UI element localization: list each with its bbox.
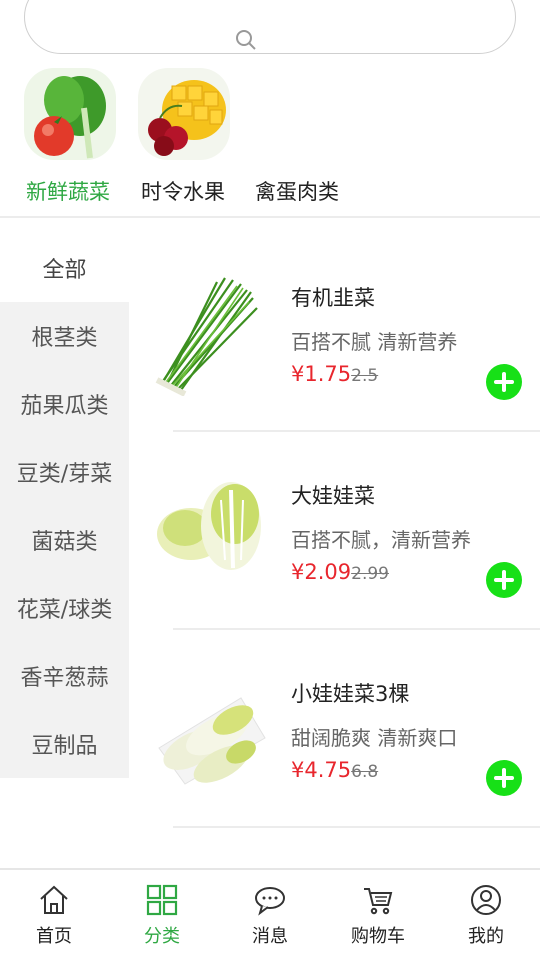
side-category-menu: 全部 根茎类 茄果瓜类 豆类/芽菜 菌菇类 花菜/球类 香辛葱蒜 豆制品	[0, 234, 129, 778]
tab-label: 消息	[252, 926, 288, 947]
product-item[interactable]: 有机韭菜 百搭不腻 清新营养 ¥1.752.5	[129, 234, 540, 432]
product-description: 百搭不腻，清新营养	[291, 528, 471, 552]
tab-home[interactable]: 首页	[0, 870, 108, 960]
top-category-label: 禽蛋肉类	[255, 180, 339, 204]
product-price: ¥1.752.5	[291, 362, 378, 386]
side-item-beans-sprouts[interactable]: 豆类/芽菜	[0, 438, 129, 506]
side-item-cauliflower[interactable]: 花菜/球类	[0, 574, 129, 642]
product-description: 甜阔脆爽 清新爽口	[291, 726, 458, 750]
product-item[interactable]: 小娃娃菜3棵 甜阔脆爽 清新爽口 ¥4.756.8	[129, 630, 540, 828]
tab-label: 购物车	[351, 926, 405, 947]
product-name: 大娃娃菜	[291, 484, 375, 508]
chives-image	[155, 277, 258, 396]
product-name: 有机韭菜	[291, 286, 375, 310]
product-name: 小娃娃菜3棵	[291, 682, 410, 706]
side-item-root-stem[interactable]: 根茎类	[0, 302, 129, 370]
side-item-spices[interactable]: 香辛葱蒜	[0, 642, 129, 710]
search-input[interactable]	[265, 29, 385, 49]
product-item[interactable]: 大娃娃菜 百搭不腻，清新营养 ¥2.092.99	[129, 432, 540, 630]
product-list: 有机韭菜 百搭不腻 清新营养 ¥1.752.5 大娃娃菜 百搭不腻，清新营养 ¥…	[129, 234, 540, 828]
side-item-mushrooms[interactable]: 菌菇类	[0, 506, 129, 574]
grid-icon	[146, 884, 178, 916]
vegetables-image	[24, 68, 116, 160]
side-item-fruit-vegetables[interactable]: 茄果瓜类	[0, 370, 129, 438]
top-category-label: 新鲜蔬菜	[26, 180, 110, 204]
divider	[173, 826, 540, 828]
side-item-tofu[interactable]: 豆制品	[0, 710, 129, 778]
baby-cabbage-image	[158, 697, 266, 785]
top-category-label: 时令水果	[141, 180, 225, 204]
original-price: 6.8	[351, 762, 379, 782]
tab-profile[interactable]: 我的	[432, 870, 540, 960]
fruits-image	[138, 68, 230, 160]
user-icon	[471, 885, 501, 915]
tab-label: 首页	[36, 926, 72, 947]
side-item-all[interactable]: 全部	[0, 234, 129, 302]
cart-icon	[364, 888, 393, 915]
tab-cart[interactable]: 购物车	[324, 870, 432, 960]
message-icon	[255, 887, 285, 916]
bottom-tab-bar: 首页 分类 消息 购物车 我的	[0, 868, 540, 960]
search-bar[interactable]	[24, 0, 516, 54]
search-icon	[236, 30, 256, 50]
current-price: ¥1.75	[291, 362, 352, 386]
tab-label: 分类	[144, 926, 180, 947]
current-price: ¥4.75	[291, 758, 352, 782]
top-category-strip: 新鲜蔬菜 时令水果 禽蛋肉类	[0, 60, 540, 218]
product-price: ¥4.756.8	[291, 758, 378, 782]
tab-label: 我的	[468, 926, 504, 947]
original-price: 2.99	[351, 564, 389, 584]
product-price: ¥2.092.99	[291, 560, 389, 584]
napa-cabbage-image	[157, 482, 261, 570]
add-to-cart-button[interactable]	[486, 364, 522, 400]
original-price: 2.5	[351, 366, 379, 386]
add-to-cart-button[interactable]	[486, 760, 522, 796]
add-to-cart-button[interactable]	[486, 562, 522, 598]
product-description: 百搭不腻 清新营养	[291, 330, 458, 354]
current-price: ¥2.09	[291, 560, 352, 584]
tab-category[interactable]: 分类	[108, 870, 216, 960]
tab-messages[interactable]: 消息	[216, 870, 324, 960]
home-icon	[40, 885, 68, 914]
